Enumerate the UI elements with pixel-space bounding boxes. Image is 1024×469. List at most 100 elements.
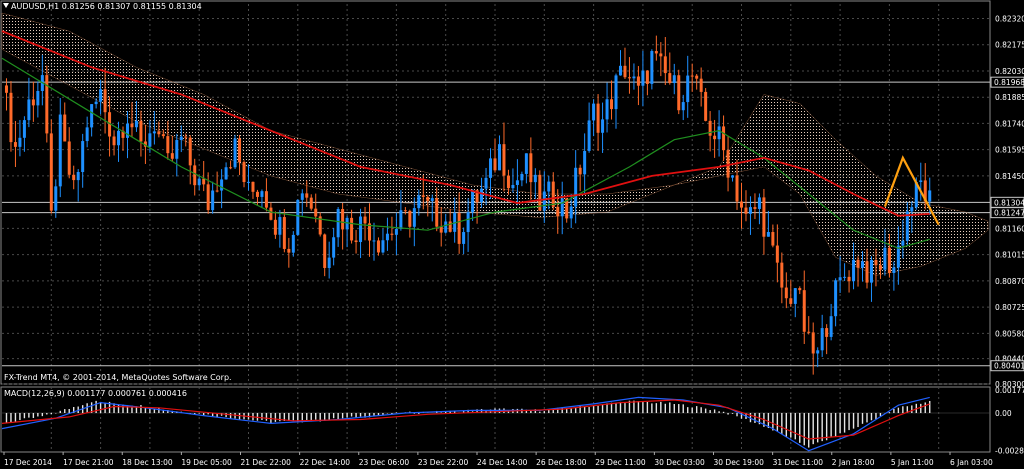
candle-bear[interactable] [363, 216, 367, 224]
candle-bull[interactable] [592, 103, 596, 121]
candle-bull[interactable] [430, 198, 434, 201]
candle-bear[interactable] [112, 136, 116, 146]
dropdown-triangle-icon[interactable] [3, 3, 9, 8]
candle-bear[interactable] [408, 210, 412, 227]
candle-bull[interactable] [332, 237, 336, 258]
candle-bull[interactable] [614, 75, 618, 110]
candle-bear[interactable] [13, 142, 17, 147]
candle-bull[interactable] [883, 247, 887, 270]
candle-bear[interactable] [287, 248, 291, 253]
candle-bear[interactable] [690, 75, 694, 77]
chart-window[interactable]: 0.82320 0.82175 0.82030 0.81885 0.81740 0.815… [0, 0, 1024, 469]
candle-bull[interactable] [587, 120, 591, 151]
candle-bull[interactable] [524, 153, 528, 174]
candle-bull[interactable] [247, 181, 250, 183]
candle-bull[interactable] [717, 126, 721, 140]
candle-bear[interactable] [856, 259, 860, 268]
candle-bear[interactable] [426, 196, 430, 201]
candle-bull[interactable] [820, 328, 824, 351]
candle-bull[interactable] [574, 167, 578, 207]
candle-bull[interactable] [484, 177, 488, 189]
candle-bull[interactable] [497, 144, 501, 171]
candle-bull[interactable] [296, 199, 300, 235]
candle-bear[interactable] [735, 175, 739, 202]
candle-bull[interactable] [36, 90, 40, 106]
candle-bear[interactable] [269, 207, 273, 220]
candle-bear[interactable] [376, 240, 380, 253]
candle-bear[interactable] [506, 175, 510, 189]
candle-bull[interactable] [125, 123, 129, 138]
candle-bear[interactable] [529, 153, 533, 183]
candle-bear[interactable] [403, 210, 407, 212]
candle-bull[interactable] [220, 179, 224, 191]
candle-bear[interactable] [421, 195, 425, 197]
price-chart[interactable]: 0.82320 0.82175 0.82030 0.81885 0.81740 0.815… [0, 0, 1024, 469]
candle-bear[interactable] [610, 99, 614, 110]
candle-bear[interactable] [708, 120, 712, 136]
candle-bear[interactable] [695, 75, 699, 79]
candle-bear[interactable] [740, 201, 743, 208]
candle-bull[interactable] [117, 130, 121, 146]
candle-bear[interactable] [623, 65, 627, 78]
candle-bull[interactable] [910, 207, 914, 212]
candle-bull[interactable] [211, 190, 215, 211]
candle-bull[interactable] [27, 99, 31, 121]
candle-bull[interactable] [412, 208, 416, 227]
candle-bull[interactable] [444, 221, 448, 233]
candle-bear[interactable] [704, 91, 708, 121]
candle-bear[interactable] [161, 134, 165, 137]
candle-bull[interactable] [148, 133, 152, 147]
candle-bear[interactable] [4, 85, 8, 93]
candle-bear[interactable] [229, 167, 233, 169]
candle-bear[interactable] [305, 193, 309, 198]
candle-bear[interactable] [556, 206, 560, 217]
candle-bear[interactable] [251, 181, 255, 192]
candle-bull[interactable] [175, 140, 179, 159]
candle-bull[interactable] [838, 277, 842, 281]
candle-bull[interactable] [372, 240, 376, 242]
candle-bull[interactable] [85, 127, 89, 142]
candle-bear[interactable] [699, 78, 703, 92]
candle-bull[interactable] [928, 190, 932, 202]
candle-bull[interactable] [233, 138, 237, 168]
candle-bear[interactable] [663, 56, 667, 74]
candle-bull[interactable] [861, 261, 865, 268]
candle-bull[interactable] [829, 316, 833, 337]
candle-bear[interactable] [184, 136, 188, 138]
candle-bear[interactable] [874, 259, 878, 266]
candle-bear[interactable] [448, 221, 452, 232]
candle-bear[interactable] [166, 136, 170, 154]
candle-bull[interactable] [748, 207, 752, 214]
candle-bear[interactable] [802, 290, 806, 332]
candle-bull[interactable] [260, 191, 264, 197]
candle-bull[interactable] [471, 190, 475, 213]
candle-bull[interactable] [919, 180, 923, 183]
candle-bull[interactable] [58, 114, 62, 187]
candle-bear[interactable] [202, 178, 206, 185]
candle-bear[interactable] [502, 144, 506, 176]
candle-bear[interactable] [645, 70, 649, 84]
candle-bull[interactable] [816, 350, 820, 354]
candle-bull[interactable] [793, 288, 797, 304]
candle-bull[interactable] [560, 198, 564, 217]
candle-bull[interactable] [641, 70, 645, 86]
candle-bear[interactable] [9, 92, 13, 143]
candle-bear[interactable] [771, 232, 775, 246]
candle-bull[interactable] [359, 216, 363, 243]
candle-bull[interactable] [511, 184, 515, 189]
candle-bear[interactable] [309, 197, 313, 209]
candle-bull[interactable] [757, 197, 761, 209]
candle-bull[interactable] [197, 178, 201, 186]
candle-bear[interactable] [789, 298, 793, 304]
candle-bear[interactable] [865, 261, 869, 283]
candle-bull[interactable] [618, 65, 622, 76]
candle-bull[interactable] [18, 137, 22, 147]
candle-bear[interactable] [457, 213, 461, 244]
candle-bear[interactable] [878, 265, 882, 270]
candle-bull[interactable] [336, 209, 340, 238]
candle-bear[interactable] [139, 120, 143, 142]
candle-bull[interactable] [520, 173, 524, 181]
candle-bull[interactable] [731, 175, 735, 178]
candle-bear[interactable] [538, 174, 542, 211]
candle-bear[interactable] [157, 131, 161, 135]
